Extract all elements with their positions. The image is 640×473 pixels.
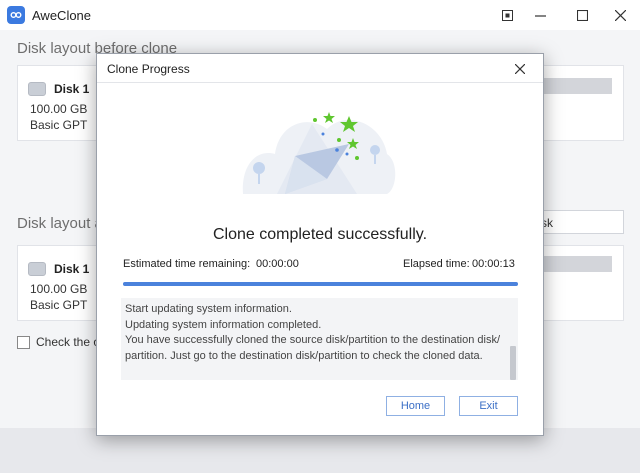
minimize-icon: [534, 14, 546, 17]
app-title: AweClone: [32, 8, 92, 23]
disk-name: Disk 1: [54, 82, 90, 96]
app-logo-icon: [7, 6, 25, 24]
disk-size: 100.00 GB: [30, 102, 88, 116]
log-line: Start updating system information.: [125, 303, 292, 315]
estimated-time-value: 00:00:00: [256, 258, 299, 270]
dialog-close-button[interactable]: [509, 58, 531, 80]
title-bar: AweClone: [0, 0, 640, 30]
home-button[interactable]: Home: [386, 396, 445, 416]
restore-icon: [501, 9, 513, 21]
log-line: Updating system information completed.: [125, 318, 322, 331]
log-scrollbar[interactable]: [510, 346, 516, 380]
pin-window-button[interactable]: [497, 5, 517, 25]
disk-type: Basic GPT: [30, 118, 88, 132]
maximize-button[interactable]: [572, 5, 592, 25]
elapsed-time-label: Elapsed time:: [403, 258, 470, 270]
estimated-time-label: Estimated time remaining:: [123, 258, 251, 270]
disk-icon: [28, 262, 46, 276]
log-panel[interactable]: Start updating system information. Updat…: [121, 298, 518, 380]
success-illustration: [242, 112, 396, 194]
elapsed-time-value: 00:00:13: [472, 258, 515, 270]
progress-fill: [123, 282, 518, 286]
section-title-after: Disk layout a: [17, 215, 103, 232]
exit-button[interactable]: Exit: [459, 396, 518, 416]
option-checkbox[interactable]: [17, 336, 30, 349]
maximize-icon: [576, 9, 588, 21]
dialog-divider: [97, 82, 543, 83]
disk-icon: [28, 82, 46, 96]
disk-size: 100.00 GB: [30, 282, 88, 296]
close-icon: [614, 9, 626, 21]
log-lines: Start updating system information. Updat…: [125, 302, 505, 364]
dialog-title: Clone Progress: [107, 62, 190, 76]
close-window-button[interactable]: [610, 5, 630, 25]
clone-progress-dialog: Clone Progress Clone completed successfu…: [96, 53, 544, 436]
progress-bar: [123, 282, 518, 286]
status-message: Clone completed successfully.: [212, 226, 428, 243]
disk-type: Basic GPT: [30, 298, 88, 312]
close-icon: [515, 64, 525, 74]
destination-select[interactable]: sk: [530, 210, 624, 234]
log-line: partition. Just go to the destination di…: [125, 349, 483, 362]
minimize-button[interactable]: [530, 5, 550, 25]
disk-name: Disk 1: [54, 262, 90, 276]
log-line: You have successfully cloned the source …: [125, 334, 501, 346]
